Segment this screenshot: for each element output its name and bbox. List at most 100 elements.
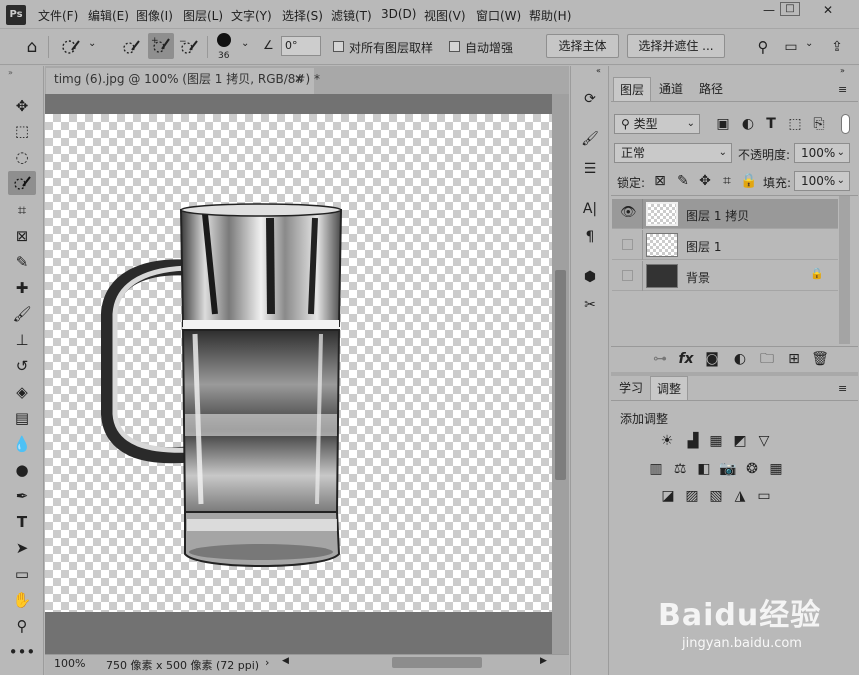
layer-name[interactable]: 图层 1 xyxy=(686,238,721,255)
filter-pixel-icon[interactable]: ▣ xyxy=(714,115,732,133)
link-layers-icon[interactable]: ⊶ xyxy=(651,350,669,368)
clone-stamp-tool-icon[interactable]: ⊥ xyxy=(8,328,36,352)
quick-selection-preset-icon[interactable] xyxy=(60,36,82,58)
eraser-tool-icon[interactable]: ◈ xyxy=(8,380,36,404)
tab-paths[interactable]: 路径 xyxy=(692,77,730,101)
layer-row[interactable]: 👁 图层 1 拷贝 xyxy=(612,199,838,229)
frame-tool-icon[interactable]: ⊠ xyxy=(8,224,36,248)
brush-tool-icon[interactable]: 🖌 xyxy=(8,302,36,326)
document-canvas[interactable] xyxy=(45,114,552,612)
color-lookup-icon[interactable]: ▦ xyxy=(767,460,785,478)
visibility-toggle[interactable] xyxy=(622,270,633,281)
filter-toggle[interactable] xyxy=(841,114,850,134)
crop-tool-icon[interactable]: ⌗ xyxy=(8,198,36,222)
healing-brush-tool-icon[interactable]: ✚ xyxy=(8,276,36,300)
curves-icon[interactable]: ▦ xyxy=(707,432,725,450)
menu-help[interactable]: 帮助(H) xyxy=(529,7,571,24)
eyedropper-tool-icon[interactable]: ✎ xyxy=(8,250,36,274)
layer-filter-dropdown[interactable]: ⚲ 类型 ⌄ xyxy=(614,114,700,134)
vibrance-icon[interactable]: ▽ xyxy=(755,432,773,450)
new-selection-brush-icon[interactable] xyxy=(120,36,142,58)
pen-tool-icon[interactable]: ✒ xyxy=(8,484,36,508)
collapse-right-icon[interactable]: » xyxy=(840,66,845,75)
scroll-right-icon[interactable]: ▶ xyxy=(540,656,547,666)
collapse-icon[interactable]: » xyxy=(8,68,13,77)
character-panel-icon[interactable]: A| xyxy=(576,198,604,220)
select-subject-button[interactable]: 选择主体 xyxy=(546,34,619,58)
tab-adjustments[interactable]: 调整 xyxy=(650,376,688,400)
angle-input[interactable]: 0° xyxy=(281,36,321,56)
chevron-down-icon[interactable]: ⌄ xyxy=(88,38,96,49)
blend-mode-dropdown[interactable]: 正常 ⌄ xyxy=(614,143,732,163)
tab-channels[interactable]: 通道 xyxy=(652,77,690,101)
visibility-eye-icon[interactable]: 👁 xyxy=(620,205,637,220)
tab-layers[interactable]: 图层 xyxy=(613,77,651,101)
history-panel-icon[interactable]: ⟳ xyxy=(576,88,604,110)
menu-file[interactable]: 文件(F) xyxy=(38,7,78,24)
lock-position-icon[interactable]: ✥ xyxy=(696,172,714,190)
tab-learn[interactable]: 学习 xyxy=(613,376,649,400)
menu-image[interactable]: 图像(I) xyxy=(136,7,173,24)
lock-all-icon[interactable]: 🔒 xyxy=(740,172,758,190)
menu-filter[interactable]: 滤镜(T) xyxy=(331,7,372,24)
minimize-button[interactable]: — xyxy=(757,2,781,18)
lock-image-icon[interactable]: ✎ xyxy=(674,172,692,190)
workspace-icon[interactable]: ▭ xyxy=(780,36,802,58)
menu-type[interactable]: 文字(Y) xyxy=(231,7,272,24)
subtract-from-selection-brush-icon[interactable]: − xyxy=(178,36,200,58)
type-tool-icon[interactable]: T xyxy=(8,510,36,534)
add-to-selection-brush-icon[interactable]: + xyxy=(148,33,174,59)
layer-name[interactable]: 背景 xyxy=(686,269,710,286)
layer-row[interactable]: 背景 🔒 xyxy=(612,261,838,291)
layers-scrollbar[interactable] xyxy=(839,196,850,344)
panel-menu-icon[interactable]: ≡ xyxy=(838,382,847,395)
selective-color-icon[interactable]: ◮ xyxy=(731,487,749,505)
hand-tool-icon[interactable]: ✋ xyxy=(8,588,36,612)
color-balance-icon[interactable]: ⚖ xyxy=(671,460,689,478)
blur-tool-icon[interactable]: 💧 xyxy=(8,432,36,456)
filter-shape-icon[interactable]: ⬚ xyxy=(786,115,804,133)
path-selection-tool-icon[interactable]: ➤ xyxy=(8,536,36,560)
vertical-scrollbar-thumb[interactable] xyxy=(555,270,566,480)
zoom-level[interactable]: 100% xyxy=(54,657,85,670)
hue-saturation-icon[interactable]: ▥ xyxy=(647,460,665,478)
invert-icon[interactable]: ◪ xyxy=(659,487,677,505)
opacity-input[interactable]: 100% ⌄ xyxy=(794,143,850,163)
close-tab-icon[interactable]: ✕ xyxy=(294,68,304,90)
quick-selection-tool-icon[interactable] xyxy=(8,171,36,195)
menu-3d[interactable]: 3D(D) xyxy=(381,7,416,21)
chevron-down-icon[interactable]: ⌄ xyxy=(805,38,813,49)
visibility-toggle[interactable] xyxy=(622,239,633,250)
dodge-tool-icon[interactable]: ● xyxy=(8,458,36,482)
status-chevron-icon[interactable]: › xyxy=(265,656,269,669)
panel-menu-icon[interactable]: ≡ xyxy=(838,83,847,96)
horizontal-scrollbar-thumb[interactable] xyxy=(392,657,482,668)
new-adjustment-layer-icon[interactable]: ◐ xyxy=(731,350,749,368)
home-icon[interactable]: ⌂ xyxy=(21,36,43,58)
filter-smart-object-icon[interactable]: ⎘ xyxy=(810,115,828,133)
properties-panel-icon[interactable]: ☰ xyxy=(576,158,604,180)
chevron-down-icon[interactable]: ⌄ xyxy=(241,38,249,49)
levels-icon[interactable]: ▟ xyxy=(684,432,702,450)
rectangle-tool-icon[interactable]: ▭ xyxy=(8,562,36,586)
add-mask-icon[interactable]: ◙ xyxy=(703,350,721,368)
gradient-tool-icon[interactable]: ▤ xyxy=(8,406,36,430)
posterize-icon[interactable]: ▨ xyxy=(683,487,701,505)
new-group-icon[interactable]: 🗀 xyxy=(758,350,776,368)
zoom-tool-icon[interactable]: ⚲ xyxy=(8,614,36,638)
close-button[interactable]: ✕ xyxy=(816,2,840,18)
lock-transparent-icon[interactable]: ⊠ xyxy=(651,172,669,190)
fx-icon[interactable]: fx xyxy=(677,350,695,368)
paragraph-panel-icon[interactable]: ¶ xyxy=(576,226,604,248)
filter-adjustment-icon[interactable]: ◐ xyxy=(739,115,757,133)
gradient-map-icon[interactable]: ▭ xyxy=(755,487,773,505)
menu-layer[interactable]: 图层(L) xyxy=(183,7,223,24)
more-tools-icon[interactable]: ••• xyxy=(8,640,36,664)
tools-presets-icon[interactable]: ✂ xyxy=(576,294,604,316)
fill-input[interactable]: 100% ⌄ xyxy=(794,171,850,191)
marquee-tool-icon[interactable]: ⬚ xyxy=(8,119,36,143)
brightness-contrast-icon[interactable]: ☀ xyxy=(658,432,676,450)
lasso-tool-icon[interactable]: ◌ xyxy=(8,145,36,169)
sample-all-layers-checkbox[interactable] xyxy=(333,41,344,52)
new-layer-icon[interactable]: ⊞ xyxy=(785,350,803,368)
